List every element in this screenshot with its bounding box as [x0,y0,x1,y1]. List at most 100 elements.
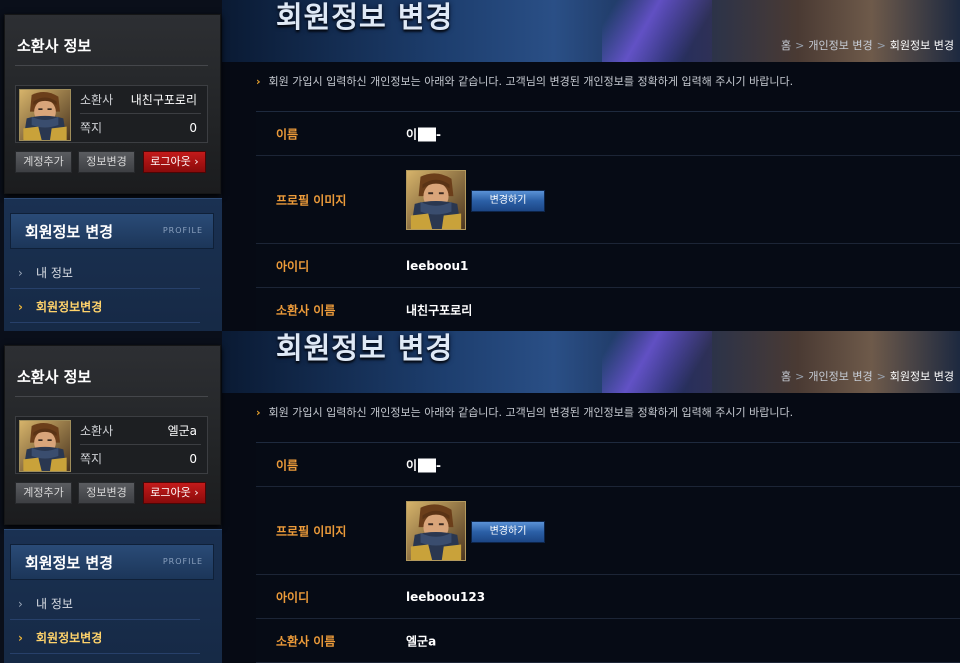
form-row-summoner-name: 소환사 이름 내친구포로리 [256,288,960,331]
menu-item-my-info[interactable]: › 내 정보 [10,257,200,289]
message-row: 쪽지 0 [80,114,201,142]
breadcrumb-current: 회원정보 변경 [889,39,954,52]
champion-portrait-icon [19,420,71,472]
member-info-form: 이름 이- 프로필 이미지 변경하기 아이디 leeboou1 소환사 이름 내… [256,111,960,331]
id-value: leeboou123 [406,589,486,604]
change-image-button[interactable]: 변경하기 [471,190,545,212]
member-info-form: 이름 이- 프로필 이미지 변경하기 아이디 leeboou123 소환사 이름… [256,442,960,663]
chevron-right-icon: > [876,370,886,383]
champion-portrait-icon [406,501,466,561]
summoner-name-value: 내친구포로리 [406,303,473,317]
intro-message: 회원 가입시 입력하신 개인정보는 아래와 같습니다. 고객님의 변경된 개인정… [268,75,794,88]
summoner-name: 엘군a [167,424,197,438]
summoner-row: 소환사 내친구포로리 [80,86,201,114]
menu-item-label: 내 정보 [36,597,73,611]
form-row-id: 아이디 leeboou1 [256,244,960,288]
sidebar: 소환사 정보 소환사 엘군a 쪽지 0 계정추가 정보변경 로그아웃 › 회원정… [0,331,222,663]
redaction-mask [418,127,437,142]
profile-menu: 회원정보 변경 PROFILE › 내 정보 › 회원정보변경 [4,529,222,663]
form-row-summoner-name: 소환사 이름 엘군a [256,619,960,663]
breadcrumb-current: 회원정보 변경 [889,370,954,383]
chevron-right-icon: › [18,597,23,611]
chevron-right-icon: › [18,266,23,280]
name-suffix: - [436,458,442,472]
message-count[interactable]: 0 [189,445,197,473]
chevron-right-icon: › [256,406,261,419]
id-value: leeboou1 [406,258,469,273]
breadcrumb: 홈 > 개인정보 변경 > 회원정보 변경 [781,368,954,384]
menu-title: 회원정보 변경 [25,554,114,572]
redaction-mask [418,458,437,473]
form-row-name: 이름 이- [256,443,960,487]
breadcrumb-privacy-link[interactable]: 개인정보 변경 [808,39,872,52]
menu-title: 회원정보 변경 [25,223,114,241]
name-value: 이- [406,125,441,142]
profile-menu: 회원정보 변경 PROFILE › 내 정보 › 회원정보변경 [4,198,222,331]
message-label: 쪽지 [80,452,103,466]
summoner-row: 소환사 엘군a [80,417,201,445]
name-label: 이름 [276,127,299,141]
page-title: 회원정보 변경 [276,0,454,34]
chevron-right-icon: › [18,300,23,314]
summoner-info-heading: 소환사 정보 [17,37,92,55]
page-banner: 회원정보 변경 홈 > 개인정보 변경 > 회원정보 변경 [222,331,960,393]
chevron-right-icon: › [256,75,261,88]
menu-item-label: 내 정보 [36,266,73,280]
summoner-info-box: 소환사 정보 소환사 엘군a 쪽지 0 계정추가 정보변경 로그아웃 › [4,345,221,525]
chevron-right-icon: > [795,370,805,383]
message-row: 쪽지 0 [80,445,201,473]
menu-item-edit-profile[interactable]: › 회원정보변경 [10,622,200,654]
name-suffix: - [436,127,442,141]
summoner-card: 소환사 엘군a 쪽지 0 [15,416,208,474]
summoner-name-label: 소환사 이름 [276,303,336,317]
intro-text: › 회원 가입시 입력하신 개인정보는 아래와 같습니다. 고객님의 변경된 개인… [256,73,793,89]
account-button-row: 계정추가 정보변경 로그아웃 › [15,482,215,504]
screenshot-panel-2: 회원정보 변경 홈 > 개인정보 변경 > 회원정보 변경 소환사 정보 소환사 엘군a… [0,331,960,663]
summoner-info-heading: 소환사 정보 [17,368,92,386]
message-count[interactable]: 0 [189,114,197,142]
divider [15,396,208,397]
name-label: 이름 [276,458,299,472]
chevron-right-icon: › [18,631,23,645]
menu-title-bar: 회원정보 변경 PROFILE [10,544,214,580]
breadcrumb-home-link[interactable]: 홈 [781,370,791,383]
chevron-right-icon: > [795,39,805,52]
breadcrumb-privacy-link[interactable]: 개인정보 변경 [808,370,872,383]
menu-item-edit-profile[interactable]: › 회원정보변경 [10,291,200,323]
name-text: 이 [406,458,418,472]
intro-message: 회원 가입시 입력하신 개인정보는 아래와 같습니다. 고객님의 변경된 개인정… [268,406,794,419]
menu-subtitle: PROFILE [162,226,203,235]
page-title: 회원정보 변경 [276,331,454,365]
edit-info-button[interactable]: 정보변경 [78,151,135,173]
name-value: 이- [406,456,441,473]
logout-button[interactable]: 로그아웃 › [143,482,206,504]
change-image-button[interactable]: 변경하기 [471,521,545,543]
profile-image-label: 프로필 이미지 [276,193,347,207]
logout-button[interactable]: 로그아웃 › [143,151,206,173]
divider [15,65,208,66]
sidebar: 소환사 정보 소환사 내친구포로리 쪽지 0 계정추가 정보변경 로그아웃 › [0,0,222,331]
profile-image-label: 프로필 이미지 [276,524,347,538]
form-row-id: 아이디 leeboou123 [256,575,960,619]
summoner-name-label: 소환사 이름 [276,634,336,648]
menu-item-label: 회원정보변경 [36,631,103,645]
intro-text: › 회원 가입시 입력하신 개인정보는 아래와 같습니다. 고객님의 변경된 개인… [256,404,793,420]
page-banner: 회원정보 변경 홈 > 개인정보 변경 > 회원정보 변경 [222,0,960,62]
form-row-profile-image: 프로필 이미지 변경하기 [256,156,960,244]
breadcrumb-home-link[interactable]: 홈 [781,39,791,52]
account-button-row: 계정추가 정보변경 로그아웃 › [15,151,215,173]
champion-portrait-icon [19,89,71,141]
edit-info-button[interactable]: 정보변경 [78,482,135,504]
menu-title-bar: 회원정보 변경 PROFILE [10,213,214,249]
chevron-right-icon: > [876,39,886,52]
id-label: 아이디 [276,590,310,604]
add-account-button[interactable]: 계정추가 [15,151,72,173]
form-row-name: 이름 이- [256,112,960,156]
champion-portrait-icon [406,170,466,230]
screenshot-panel-1: 회원정보 변경 홈 > 개인정보 변경 > 회원정보 변경 소환사 정보 소환사 내친구… [0,0,960,331]
summoner-name-value: 엘군a [406,634,437,648]
menu-item-my-info[interactable]: › 내 정보 [10,588,200,620]
add-account-button[interactable]: 계정추가 [15,482,72,504]
summoner-label: 소환사 [80,93,114,107]
summoner-label: 소환사 [80,424,114,438]
